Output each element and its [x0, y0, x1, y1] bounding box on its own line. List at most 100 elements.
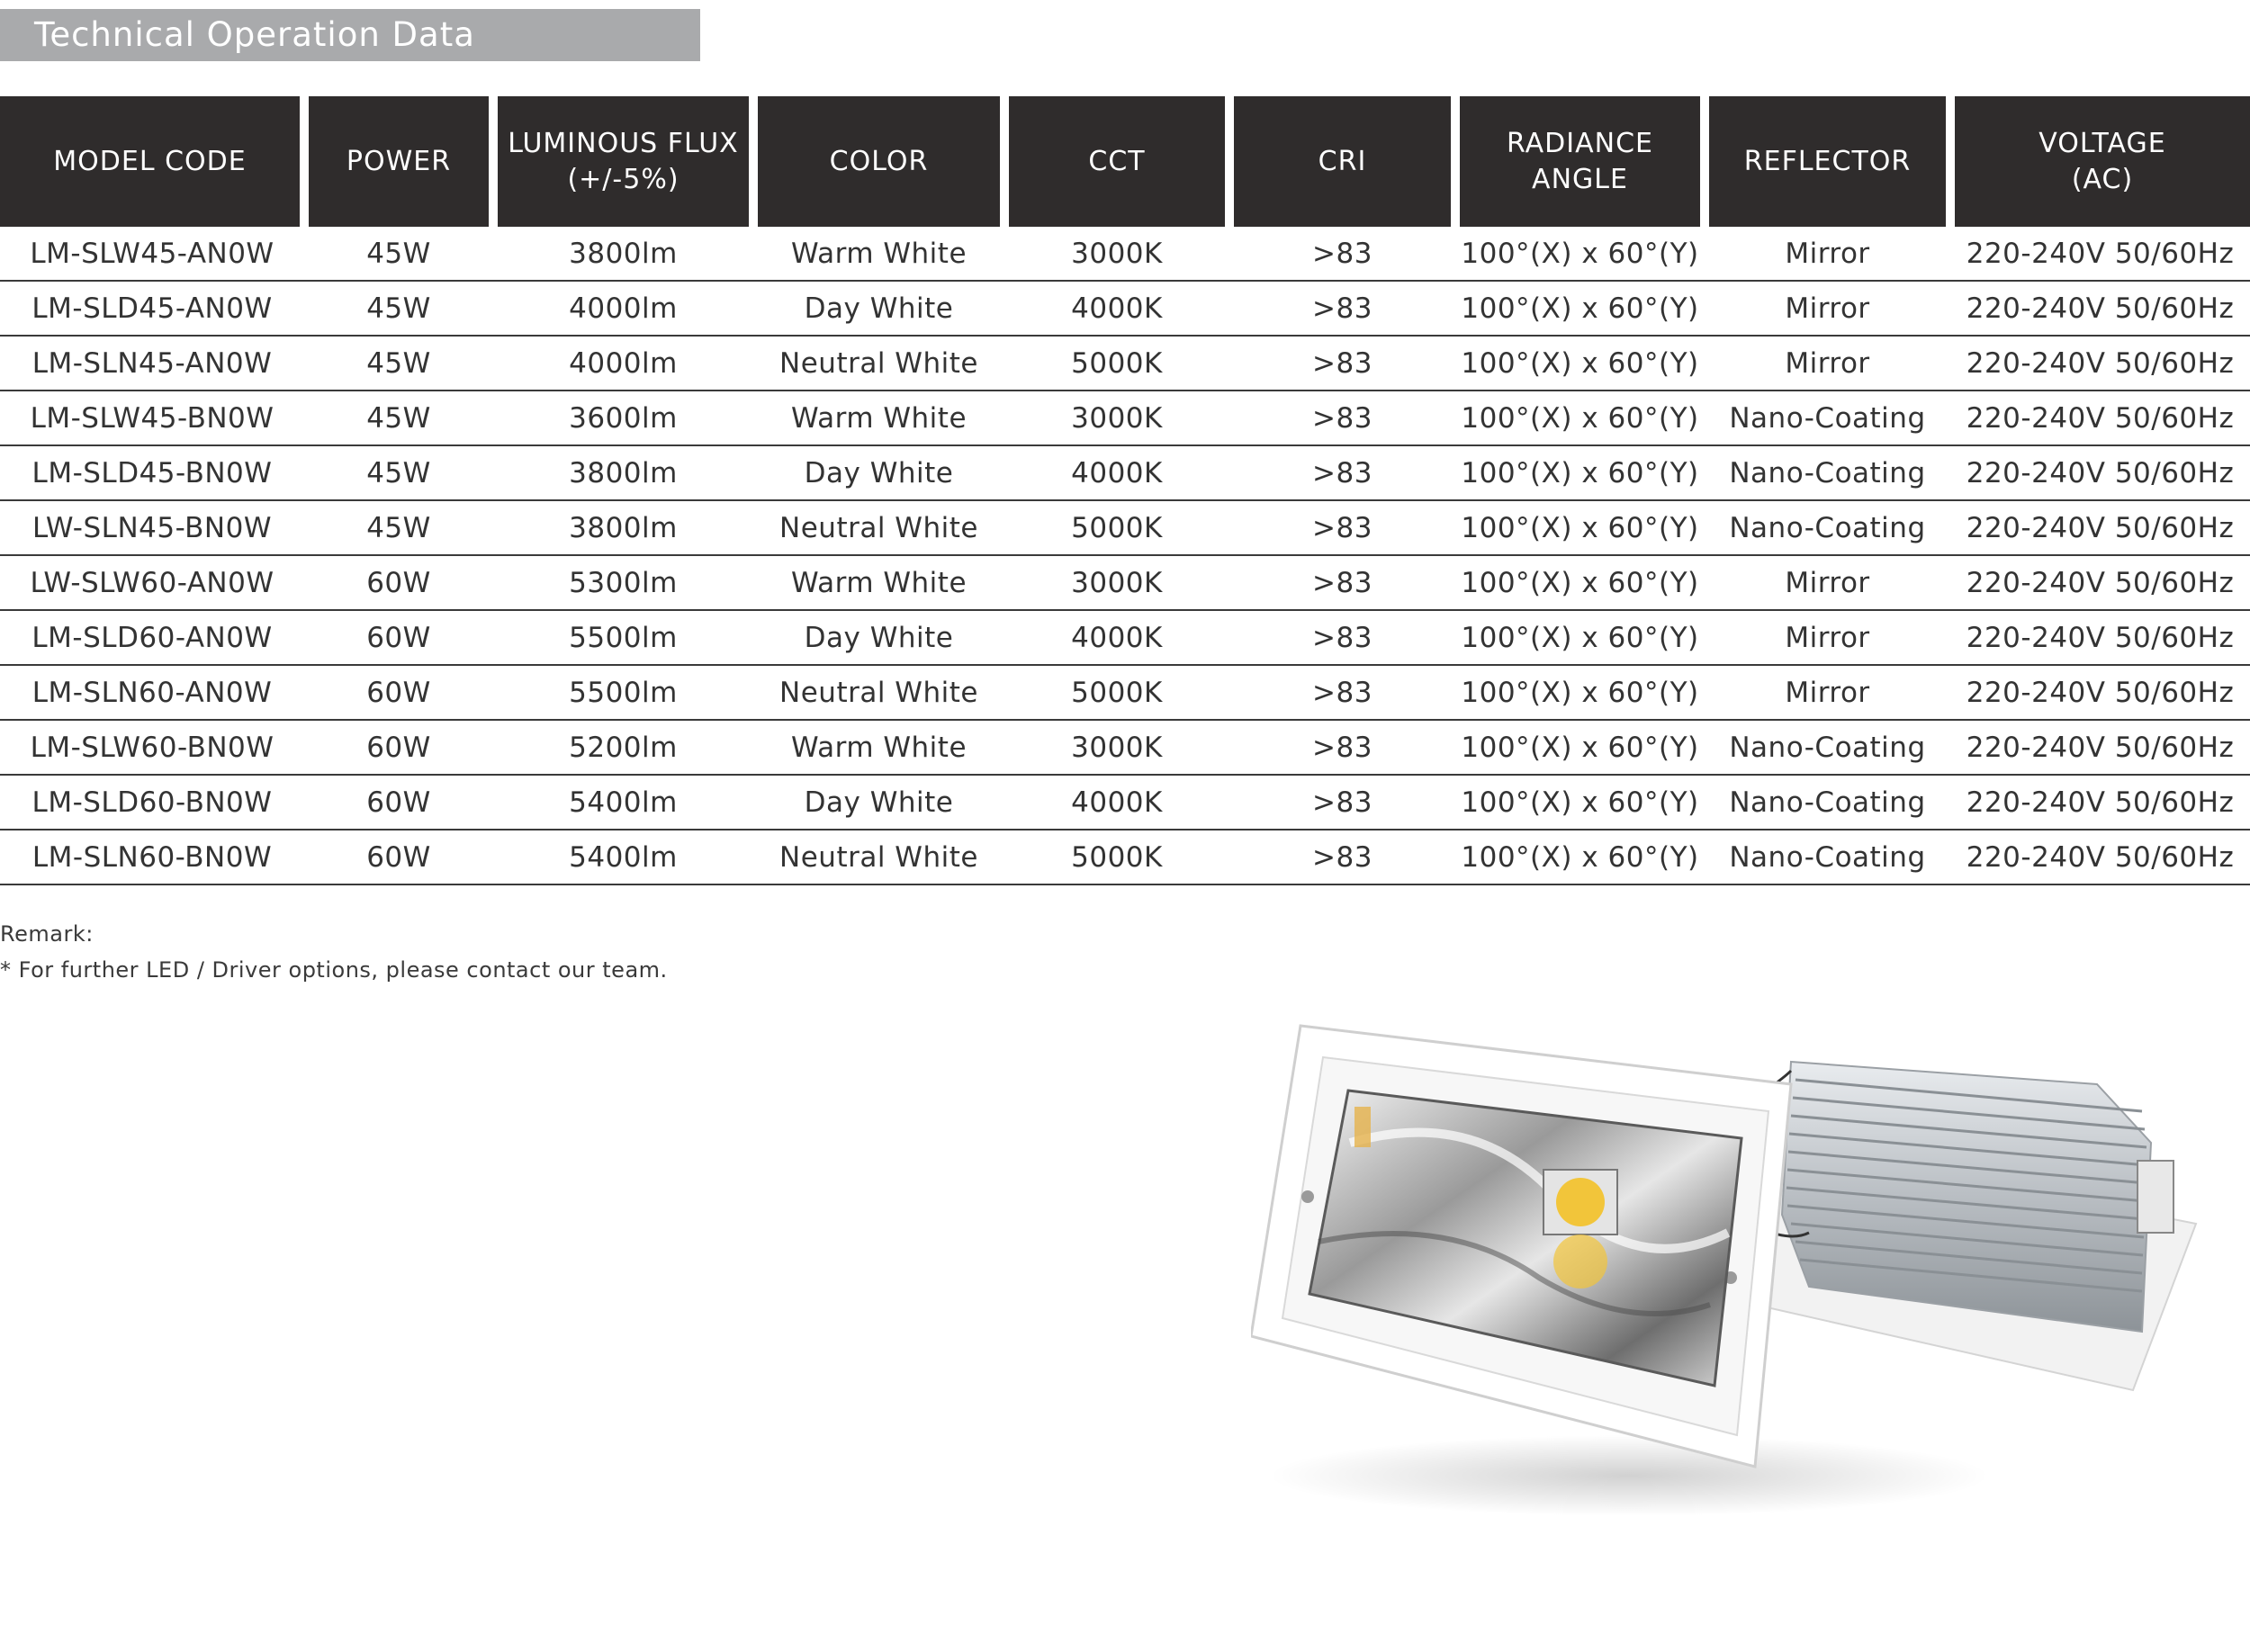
- table-row: LM-SLW45-BN0W 45W 3600lm Warm White 3000K >83…: [0, 391, 2250, 446]
- cell-reflector: Mirror: [1705, 337, 1950, 391]
- table-row: LW-SLW60-AN0W 60W 5300lm Warm White 3000K >83…: [0, 556, 2250, 611]
- shadow-shape: [1269, 1435, 1989, 1516]
- cell-color: Warm White: [753, 556, 1004, 611]
- cell-voltage: 220-240V 50/60Hz: [1950, 721, 2250, 776]
- cell-model-code: LM-SLW60-BN0W: [0, 721, 304, 776]
- cell-radiance-angle: 100°(X) x 60°(Y): [1455, 446, 1705, 501]
- cell-model-code: LM-SLW45-BN0W: [0, 391, 304, 446]
- cell-power: 60W: [304, 830, 493, 885]
- cell-radiance-angle: 100°(X) x 60°(Y): [1455, 282, 1705, 337]
- cell-cct: 4000K: [1004, 611, 1229, 666]
- cell-luminous-flux: 4000lm: [493, 337, 753, 391]
- cell-radiance-angle: 100°(X) x 60°(Y): [1455, 830, 1705, 885]
- cell-model-code: LM-SLN60-BN0W: [0, 830, 304, 885]
- cell-reflector: Nano-Coating: [1705, 501, 1950, 556]
- cell-voltage: 220-240V 50/60Hz: [1950, 666, 2250, 721]
- cell-cct: 5000K: [1004, 337, 1229, 391]
- cell-cct: 4000K: [1004, 776, 1229, 830]
- cell-cct: 4000K: [1004, 446, 1229, 501]
- column-header-voltage: VOLTAGE (AC): [1950, 96, 2250, 227]
- section-title: Technical Operation Data: [0, 9, 700, 61]
- cell-color: Neutral White: [753, 830, 1004, 885]
- cell-voltage: 220-240V 50/60Hz: [1950, 776, 2250, 830]
- cell-power: 45W: [304, 337, 493, 391]
- cell-model-code: LM-SLW45-AN0W: [0, 227, 304, 282]
- cell-cri: >83: [1229, 501, 1455, 556]
- cell-voltage: 220-240V 50/60Hz: [1950, 391, 2250, 446]
- cell-cct: 3000K: [1004, 391, 1229, 446]
- cell-color: Warm White: [753, 227, 1004, 282]
- remark-note: * For further LED / Driver options, plea…: [0, 957, 668, 983]
- table-row: LM-SLW45-AN0W 45W 3800lm Warm White 3000K >83…: [0, 227, 2250, 282]
- cell-reflector: Mirror: [1705, 282, 1950, 337]
- cell-luminous-flux: 5500lm: [493, 611, 753, 666]
- cell-reflector: Nano-Coating: [1705, 446, 1950, 501]
- column-header-color: COLOR: [753, 96, 1004, 227]
- cell-voltage: 220-240V 50/60Hz: [1950, 446, 2250, 501]
- cell-model-code: LM-SLD45-AN0W: [0, 282, 304, 337]
- cell-voltage: 220-240V 50/60Hz: [1950, 611, 2250, 666]
- technical-data-table: MODEL CODE POWER LUMINOUS FLUX (+/-5%) C…: [0, 96, 2250, 885]
- cell-power: 60W: [304, 666, 493, 721]
- cell-luminous-flux: 5200lm: [493, 721, 753, 776]
- table-row: LM-SLN60-BN0W 60W 5400lm Neutral White 5000K…: [0, 830, 2250, 885]
- cell-cct: 3000K: [1004, 556, 1229, 611]
- cell-voltage: 220-240V 50/60Hz: [1950, 556, 2250, 611]
- cell-reflector: Mirror: [1705, 227, 1950, 282]
- cell-luminous-flux: 3800lm: [493, 446, 753, 501]
- cell-power: 45W: [304, 446, 493, 501]
- cell-cct: 3000K: [1004, 721, 1229, 776]
- cell-cct: 3000K: [1004, 227, 1229, 282]
- cell-cri: >83: [1229, 776, 1455, 830]
- cell-cct: 4000K: [1004, 282, 1229, 337]
- table-row: LM-SLW60-BN0W 60W 5200lm Warm White 3000K >83…: [0, 721, 2250, 776]
- cell-radiance-angle: 100°(X) x 60°(Y): [1455, 611, 1705, 666]
- cell-radiance-angle: 100°(X) x 60°(Y): [1455, 501, 1705, 556]
- cell-reflector: Nano-Coating: [1705, 721, 1950, 776]
- cell-cri: >83: [1229, 556, 1455, 611]
- cell-color: Neutral White: [753, 501, 1004, 556]
- table-header-row: MODEL CODE POWER LUMINOUS FLUX (+/-5%) C…: [0, 96, 2250, 227]
- table-row: LM-SLD60-BN0W 60W 5400lm Day White 4000K >83 1…: [0, 776, 2250, 830]
- cell-power: 45W: [304, 227, 493, 282]
- cell-cct: 5000K: [1004, 501, 1229, 556]
- column-header-cri: CRI: [1229, 96, 1455, 227]
- cell-reflector: Nano-Coating: [1705, 776, 1950, 830]
- cell-model-code: LM-SLD60-AN0W: [0, 611, 304, 666]
- remark-label: Remark:: [0, 921, 94, 947]
- cell-luminous-flux: 4000lm: [493, 282, 753, 337]
- cell-color: Day White: [753, 776, 1004, 830]
- cell-color: Neutral White: [753, 337, 1004, 391]
- cell-luminous-flux: 3800lm: [493, 227, 753, 282]
- cell-cri: >83: [1229, 446, 1455, 501]
- cell-model-code: LM-SLN45-AN0W: [0, 337, 304, 391]
- cell-cct: 5000K: [1004, 830, 1229, 885]
- cell-cri: >83: [1229, 227, 1455, 282]
- cell-cri: >83: [1229, 666, 1455, 721]
- cell-cri: >83: [1229, 337, 1455, 391]
- cell-cri: >83: [1229, 721, 1455, 776]
- cell-luminous-flux: 5400lm: [493, 776, 753, 830]
- cell-cri: >83: [1229, 391, 1455, 446]
- cell-luminous-flux: 3600lm: [493, 391, 753, 446]
- cell-reflector: Nano-Coating: [1705, 830, 1950, 885]
- cell-power: 60W: [304, 776, 493, 830]
- cell-reflector: Mirror: [1705, 556, 1950, 611]
- cell-cri: >83: [1229, 282, 1455, 337]
- cell-cri: >83: [1229, 830, 1455, 885]
- column-header-radiance-angle: RADIANCE ANGLE: [1455, 96, 1705, 227]
- column-header-luminous-flux: LUMINOUS FLUX (+/-5%): [493, 96, 753, 227]
- cell-voltage: 220-240V 50/60Hz: [1950, 501, 2250, 556]
- cell-radiance-angle: 100°(X) x 60°(Y): [1455, 556, 1705, 611]
- cell-radiance-angle: 100°(X) x 60°(Y): [1455, 227, 1705, 282]
- cell-color: Day White: [753, 446, 1004, 501]
- column-header-cct: CCT: [1004, 96, 1229, 227]
- cell-power: 45W: [304, 391, 493, 446]
- cell-model-code: LW-SLW60-AN0W: [0, 556, 304, 611]
- cell-power: 45W: [304, 282, 493, 337]
- cell-luminous-flux: 5500lm: [493, 666, 753, 721]
- cell-color: Neutral White: [753, 666, 1004, 721]
- cell-color: Day White: [753, 282, 1004, 337]
- cell-cri: >83: [1229, 611, 1455, 666]
- column-header-reflector: REFLECTOR: [1705, 96, 1950, 227]
